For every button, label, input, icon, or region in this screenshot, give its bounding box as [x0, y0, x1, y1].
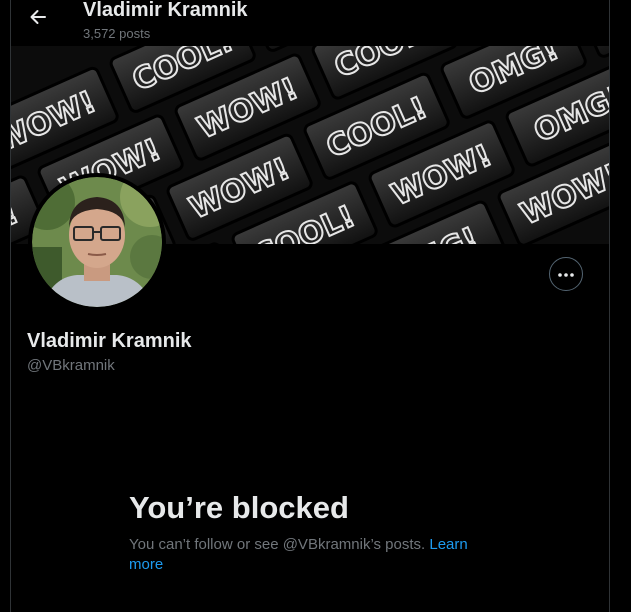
- blocked-title: You’re blocked: [129, 490, 349, 525]
- profile-column: Vladimir Kramnik 3,572 posts OMG!WOW!COO…: [10, 0, 610, 612]
- blocked-message: You can’t follow or see @VBkramnik’s pos…: [129, 535, 489, 575]
- profile-handle: @VBkramnik: [27, 357, 115, 374]
- blocked-message-text: You can’t follow or see @VBkramnik’s pos…: [129, 536, 426, 553]
- header-title: Vladimir Kramnik: [83, 0, 248, 21]
- profile-header: Vladimir Kramnik 3,572 posts: [11, 0, 609, 46]
- avatar[interactable]: [28, 173, 166, 311]
- back-button[interactable]: [25, 6, 51, 32]
- more-options-button[interactable]: [549, 257, 583, 291]
- profile-name: Vladimir Kramnik: [27, 330, 192, 352]
- post-count: 3,572 posts: [83, 26, 151, 41]
- arrow-left-icon: [28, 7, 48, 32]
- avatar-photo: [32, 177, 162, 307]
- more-horizontal-icon: [557, 265, 575, 283]
